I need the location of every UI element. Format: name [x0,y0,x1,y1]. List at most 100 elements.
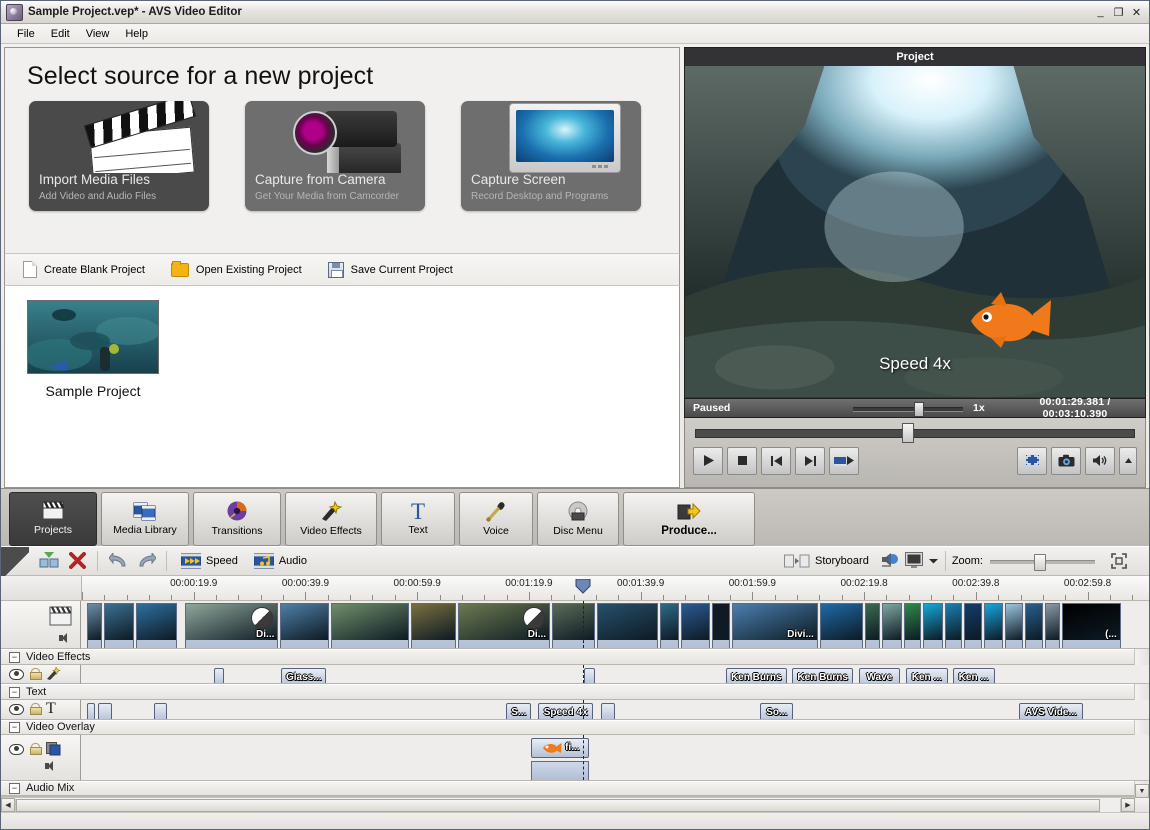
hscroll-thumb[interactable] [16,799,1100,812]
save-current-project-button[interactable]: Save Current Project [328,262,453,278]
overlay-track-body[interactable]: fi... [81,735,1149,781]
hscroll-track[interactable] [15,799,1121,812]
playhead-marker[interactable] [575,579,591,593]
table-row[interactable] [865,603,881,650]
open-existing-project-button[interactable]: Open Existing Project [171,263,302,277]
undo-button[interactable] [104,549,132,573]
table-row[interactable] [923,603,943,650]
stop-button[interactable] [727,447,757,475]
table-row[interactable] [280,603,329,650]
table-row[interactable] [1045,603,1061,650]
list-item[interactable]: AVS Vide... [1019,703,1083,720]
preview-video[interactable]: Speed 4x [684,66,1146,398]
tab-voice[interactable]: Voice [459,492,533,546]
list-item[interactable]: S... [506,703,531,720]
play-button[interactable] [693,447,723,475]
fit-to-window-button[interactable] [1105,549,1133,573]
table-row[interactable] [964,603,982,650]
timeline-ruler[interactable]: 00:00:19.900:00:39.900:00:59.900:01:19.9… [1,576,1149,601]
lock-icon[interactable] [30,668,40,680]
card-import-media-files[interactable]: Import Media Files Add Video and Audio F… [29,101,209,211]
create-blank-project-button[interactable]: Create Blank Project [23,261,145,278]
transition-badge-icon[interactable] [251,607,273,629]
visibility-eye-icon[interactable] [9,704,24,715]
display-mode-dropdown[interactable] [905,549,939,573]
table-row[interactable] [904,603,922,650]
mute-overlay-icon[interactable] [45,761,59,772]
table-row[interactable] [597,603,658,650]
table-row[interactable] [552,603,595,650]
table-row[interactable] [331,603,409,650]
tab-produce[interactable]: Produce... [623,492,755,546]
table-row[interactable] [104,603,133,650]
collapse-icon[interactable]: − [9,722,20,733]
list-item[interactable] [98,703,113,720]
export-frame-button[interactable] [829,447,859,475]
transition-badge-icon[interactable] [523,607,545,629]
mute-video-icon[interactable] [59,633,73,644]
list-item[interactable] [214,668,224,685]
audio-button[interactable]: Audio [246,553,315,569]
tab-projects[interactable]: Projects [9,492,97,546]
list-item[interactable]: Ken ... [906,668,948,685]
table-row[interactable]: Di... [458,603,550,650]
overlay-audio-band[interactable] [531,761,590,781]
table-row[interactable] [882,603,902,650]
group-video-effects[interactable]: − Video Effects [1,649,1149,664]
scroll-down-button[interactable]: ▼ [1135,784,1149,798]
list-item[interactable]: Ken ... [953,668,995,685]
table-row[interactable] [712,603,730,650]
group-audio-mix[interactable]: − Audio Mix [1,781,1149,796]
list-item[interactable] [154,703,167,720]
menu-view[interactable]: View [78,26,118,42]
visibility-eye-icon[interactable] [9,744,24,755]
list-item[interactable]: fi... [531,738,590,758]
speed-button[interactable]: Speed [173,553,246,569]
menu-help[interactable]: Help [117,26,156,42]
collapse-icon[interactable]: − [9,687,20,698]
delete-clip-button[interactable] [63,549,91,573]
list-item[interactable]: Speed 4x [538,703,593,720]
lock-icon[interactable] [30,703,40,715]
audio-mixer-button[interactable] [877,549,905,573]
zoom-slider-thumb[interactable] [1034,554,1046,571]
minimize-button[interactable]: _ [1092,5,1109,20]
visibility-eye-icon[interactable] [9,669,24,680]
video-track-body[interactable]: Di...Di...Divi...(... [81,601,1149,650]
list-item[interactable] [87,703,95,720]
tab-media-library[interactable]: Media Library [101,492,189,546]
table-row[interactable] [681,603,710,650]
collapse-icon[interactable]: − [9,652,20,663]
ruler-ticks[interactable]: 00:00:19.900:00:39.900:00:59.900:01:19.9… [82,576,1149,600]
collapse-icon[interactable]: − [9,783,20,794]
tab-video-effects[interactable]: Video Effects [285,492,377,546]
group-text[interactable]: − Text [1,684,1149,699]
volume-expand-button[interactable] [1119,447,1137,475]
menu-edit[interactable]: Edit [43,26,78,42]
zoom-slider[interactable] [990,554,1095,568]
tab-transitions[interactable]: Transitions [193,492,281,546]
table-row[interactable] [87,603,103,650]
scroll-right-button[interactable]: ▶ [1121,798,1135,812]
list-item[interactable]: Wave [859,668,900,685]
seek-thumb[interactable] [902,423,914,443]
split-clip-button[interactable] [35,549,63,573]
table-row[interactable] [136,603,177,650]
table-row[interactable] [984,603,1004,650]
redo-button[interactable] [132,549,160,573]
list-item[interactable] [584,668,595,685]
next-frame-button[interactable] [795,447,825,475]
card-capture-from-camera[interactable]: Capture from Camera Get Your Media from … [245,101,425,211]
card-capture-screen[interactable]: Capture Screen Record Desktop and Progra… [461,101,641,211]
effects-track-body[interactable]: Glass...Ken BurnsKen BurnsWaveKen ...Ken… [81,665,1149,685]
list-item[interactable] [601,703,615,720]
list-item[interactable]: Glass... [281,668,326,685]
table-row[interactable]: Divi... [732,603,818,650]
project-item[interactable]: Sample Project [27,300,159,399]
table-row[interactable]: (... [1062,603,1121,650]
timeline-horizontal-scrollbar[interactable]: ◀ ▶ [1,797,1149,812]
close-button[interactable]: ✕ [1128,5,1145,20]
seek-slider[interactable] [695,425,1135,439]
table-row[interactable] [1025,603,1043,650]
group-video-overlay[interactable]: − Video Overlay [1,720,1149,735]
